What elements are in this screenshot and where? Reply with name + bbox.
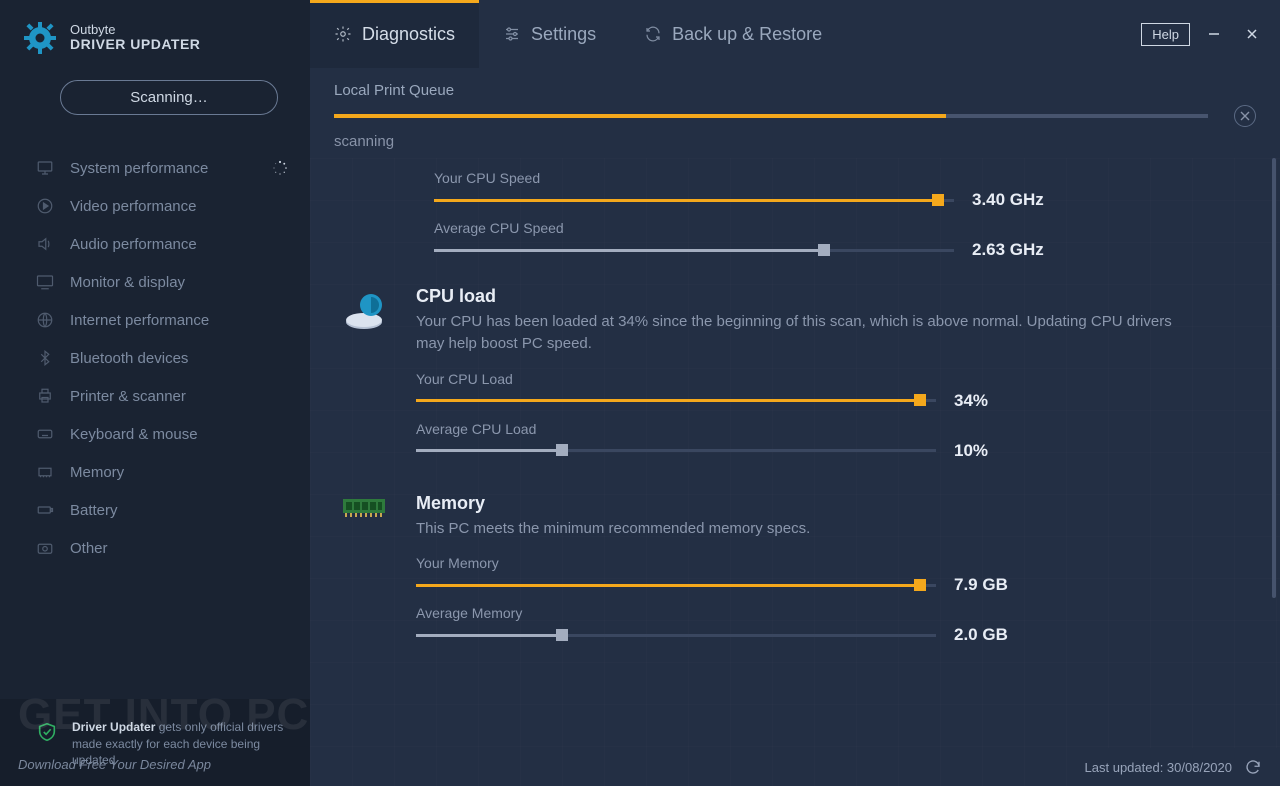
shield-check-icon: [36, 721, 58, 743]
brand-name: Outbyte: [70, 23, 200, 37]
spinner-icon: [272, 160, 288, 176]
sidebar-item-system[interactable]: System performance: [0, 149, 310, 187]
metric-label: Your CPU Load: [416, 371, 1256, 387]
sidebar-item-internet[interactable]: Internet performance: [0, 301, 310, 339]
refresh-button[interactable]: [1244, 758, 1262, 776]
gear-icon: [334, 25, 352, 43]
speaker-icon: [36, 235, 54, 253]
cpu-load-section: CPU load Your CPU has been loaded at 34%…: [334, 286, 1256, 471]
tab-diagnostics[interactable]: Diagnostics: [310, 0, 479, 68]
sidebar-item-label: Internet performance: [70, 312, 209, 329]
sidebar-list: System performance Video performance Aud…: [0, 149, 310, 699]
monitor-icon: [36, 159, 54, 177]
metric-label: Your CPU Speed: [434, 170, 1256, 186]
sidebar-item-monitor[interactable]: Monitor & display: [0, 263, 310, 301]
sidebar-item-label: Printer & scanner: [70, 388, 186, 405]
section-title: CPU load: [416, 286, 1256, 307]
sidebar-item-label: Keyboard & mouse: [70, 426, 198, 443]
sidebar-item-video[interactable]: Video performance: [0, 187, 310, 225]
refresh-icon: [644, 25, 662, 43]
metric-label: Average Memory: [416, 605, 1256, 621]
scan-progress-track: [334, 114, 1208, 118]
ram-icon: [334, 493, 394, 656]
tab-label: Diagnostics: [362, 24, 455, 45]
logo-area: Outbyte DRIVER UPDATER: [0, 0, 310, 66]
app-root: Outbyte DRIVER UPDATER Scanning… System …: [0, 0, 1280, 786]
last-updated-text: Last updated: 30/08/2020: [1085, 760, 1232, 775]
memory-icon: [36, 463, 54, 481]
sidebar-item-label: Battery: [70, 502, 118, 519]
close-button[interactable]: [1238, 20, 1266, 48]
product-name: DRIVER UPDATER: [70, 37, 200, 52]
content-scroll[interactable]: Your CPU Speed 3.40 GHz Average CPU Spee…: [310, 158, 1280, 786]
globe-icon: [36, 311, 54, 329]
bar-track: [434, 199, 954, 202]
sidebar: Outbyte DRIVER UPDATER Scanning… System …: [0, 0, 310, 786]
sliders-icon: [503, 25, 521, 43]
tab-backup[interactable]: Back up & Restore: [620, 0, 846, 68]
sidebar-item-memory[interactable]: Memory: [0, 453, 310, 491]
sidebar-item-other[interactable]: Other: [0, 529, 310, 567]
scan-progress-status: scanning: [334, 133, 1256, 150]
footer-bar: Last updated: 30/08/2020: [1067, 748, 1280, 786]
metric-value: 2.63 GHz: [972, 240, 1044, 260]
tab-settings[interactable]: Settings: [479, 0, 620, 68]
sidebar-item-printer[interactable]: Printer & scanner: [0, 377, 310, 415]
metric-value: 7.9 GB: [954, 575, 1008, 595]
tab-label: Back up & Restore: [672, 24, 822, 45]
sidebar-item-label: Memory: [70, 464, 124, 481]
printer-icon: [36, 387, 54, 405]
memory-section: Memory This PC meets the minimum recomme…: [334, 493, 1256, 656]
scan-progress-area: Local Print Queue scanning: [310, 68, 1280, 158]
sidebar-item-label: Monitor & display: [70, 274, 185, 291]
metric-value: 3.40 GHz: [972, 190, 1044, 210]
play-icon: [36, 197, 54, 215]
bluetooth-icon: [36, 349, 54, 367]
metric-label: Average CPU Load: [416, 421, 1256, 437]
sidebar-item-audio[interactable]: Audio performance: [0, 225, 310, 263]
scan-progress-fill: [334, 114, 946, 118]
scan-progress-title: Local Print Queue: [334, 82, 1256, 99]
cpu-chip-icon: [334, 286, 394, 471]
metric-label: Average CPU Speed: [434, 220, 1256, 236]
titlebar-controls: Help: [1141, 20, 1280, 48]
cpu-speed-block: Your CPU Speed 3.40 GHz Average CPU Spee…: [434, 170, 1256, 260]
camera-icon: [36, 539, 54, 557]
sidebar-footer: Driver Updater gets only official driver…: [0, 699, 310, 786]
sidebar-item-label: System performance: [70, 160, 208, 177]
section-desc: Your CPU has been loaded at 34% since th…: [416, 311, 1186, 355]
metric-value: 10%: [954, 441, 988, 461]
sidebar-item-label: Video performance: [70, 198, 196, 215]
scan-button[interactable]: Scanning…: [60, 80, 278, 115]
help-button[interactable]: Help: [1141, 23, 1190, 46]
gear-logo-icon: [22, 20, 58, 56]
sidebar-footer-text: Driver Updater gets only official driver…: [72, 719, 288, 768]
metric-label: Your Memory: [416, 555, 1256, 571]
sidebar-item-keyboard[interactable]: Keyboard & mouse: [0, 415, 310, 453]
minimize-button[interactable]: [1200, 20, 1228, 48]
cancel-scan-button[interactable]: [1234, 105, 1256, 127]
section-title: Memory: [416, 493, 1256, 514]
sidebar-item-label: Audio performance: [70, 236, 197, 253]
display-icon: [36, 273, 54, 291]
main: Diagnostics Settings Back up & Restore H…: [310, 0, 1280, 786]
battery-icon: [36, 501, 54, 519]
tab-label: Settings: [531, 24, 596, 45]
tab-bar: Diagnostics Settings Back up & Restore H…: [310, 0, 1280, 68]
sidebar-item-label: Bluetooth devices: [70, 350, 188, 367]
metric-value: 34%: [954, 391, 988, 411]
metric-value: 2.0 GB: [954, 625, 1008, 645]
sidebar-item-label: Other: [70, 540, 108, 557]
section-desc: This PC meets the minimum recommended me…: [416, 518, 1186, 540]
sidebar-item-battery[interactable]: Battery: [0, 491, 310, 529]
bar-track: [434, 249, 954, 252]
keyboard-icon: [36, 425, 54, 443]
logo-text: Outbyte DRIVER UPDATER: [70, 23, 200, 53]
sidebar-item-bluetooth[interactable]: Bluetooth devices: [0, 339, 310, 377]
